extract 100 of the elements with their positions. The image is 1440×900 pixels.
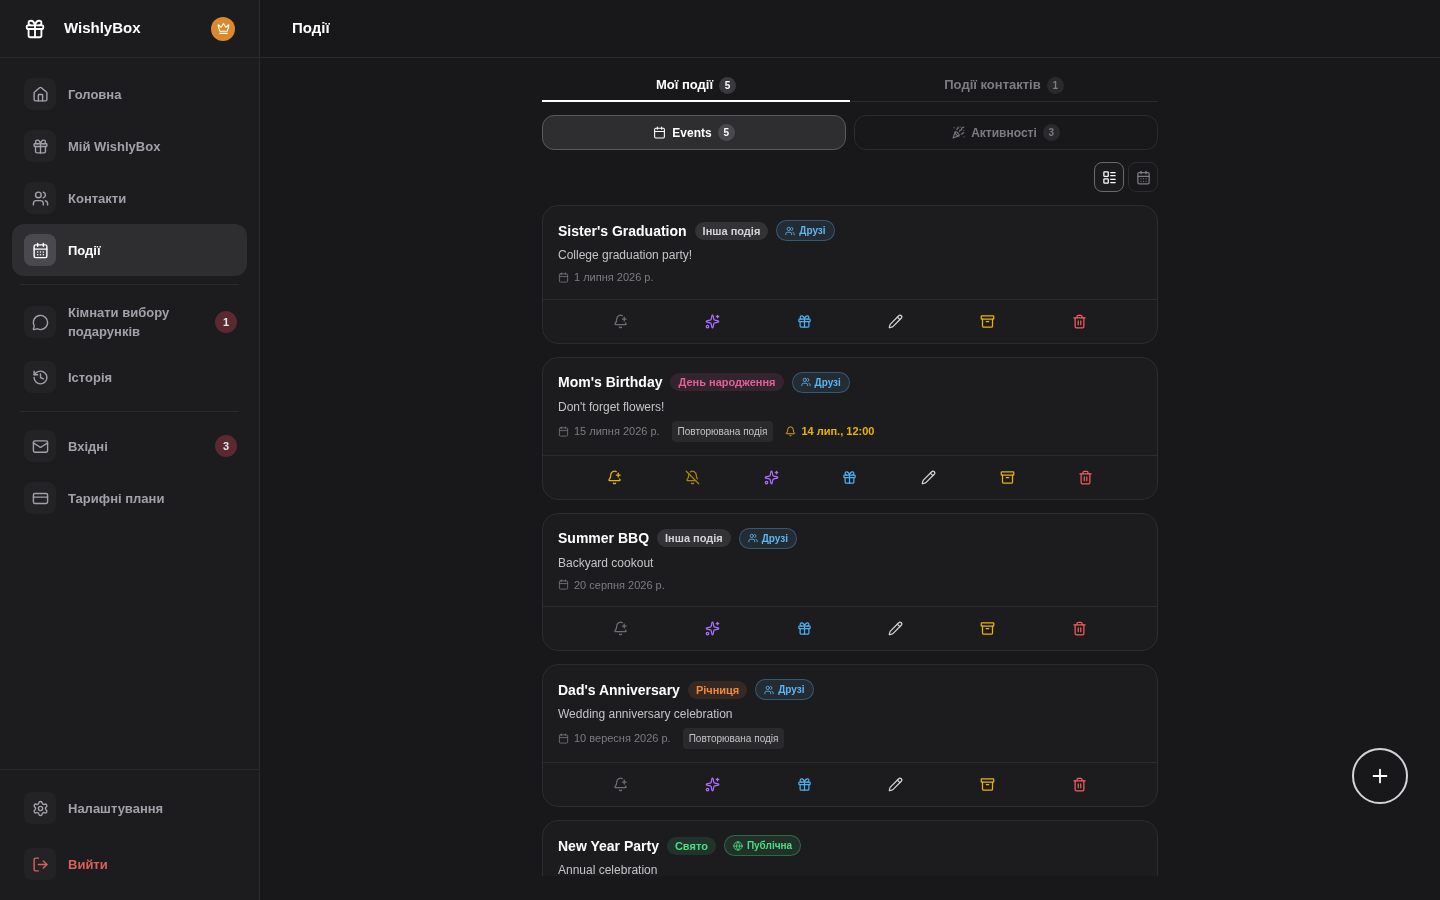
- event-date: 1 липня 2026 р.: [574, 270, 654, 285]
- audience-tag: Публічна: [723, 835, 802, 856]
- category-tag: Інша подія: [657, 529, 731, 547]
- gift-icon: [796, 777, 812, 792]
- archive-icon: [979, 777, 995, 792]
- recurring-tag: Повторювана подія: [682, 728, 785, 749]
- gift-logo-icon: [24, 17, 46, 40]
- pencil-icon: [888, 313, 904, 329]
- category-tag: Річниця: [687, 680, 748, 699]
- segment-button[interactable]: Активності 3: [854, 115, 1158, 150]
- page-title: Події: [292, 18, 330, 39]
- sidebar-item[interactable]: Вхідні 3: [12, 420, 247, 472]
- party-popper-icon: [952, 126, 966, 139]
- calendar-icon: [558, 579, 569, 591]
- gift-icon: [796, 313, 812, 329]
- nav-label: Мій WishlyBox: [68, 137, 162, 156]
- audience-tag: Друзі: [738, 527, 798, 549]
- bell-plus-icon: [613, 313, 629, 329]
- gift-icon: [842, 469, 858, 485]
- pencil-icon: [888, 777, 904, 792]
- users-icon: [31, 189, 49, 207]
- event-title: Mom's Birthday: [558, 373, 663, 392]
- logout-icon: [31, 855, 49, 873]
- sidebar-item[interactable]: Головна: [12, 68, 247, 120]
- event-description: Don't forget flowers!: [558, 398, 666, 415]
- sparkles-icon: [705, 777, 720, 792]
- calendar-icon: [558, 733, 569, 744]
- bell-plus-icon: [613, 621, 629, 636]
- pencil-icon: [888, 621, 904, 636]
- calendar-view-button[interactable]: [1128, 162, 1158, 192]
- category-tag: День народження: [670, 373, 784, 391]
- trash-icon: [1071, 313, 1087, 329]
- sidebar-item[interactable]: Історія: [12, 351, 247, 403]
- sparkles-icon: [705, 313, 720, 329]
- trash-icon: [1071, 621, 1087, 636]
- list-icon: [1101, 169, 1117, 185]
- audience-tag: Друзі: [776, 220, 835, 241]
- event-date: 10 вересня 2026 р.: [574, 731, 671, 747]
- sidebar-item[interactable]: Налаштування: [12, 782, 247, 834]
- bell-icon: [785, 425, 797, 437]
- event-date: 20 серпня 2026 р.: [574, 577, 665, 593]
- nav-label: Тарифні плани: [68, 489, 166, 508]
- nav-label: Контакти: [68, 189, 128, 208]
- chat-bubble-icon: [31, 313, 49, 331]
- pencil-icon: [921, 469, 937, 485]
- audience-tag: Друзі: [755, 679, 814, 700]
- gift-icon: [31, 137, 49, 155]
- count-badge: 5: [719, 76, 737, 94]
- event-date: 15 липня 2026 р.: [574, 423, 660, 439]
- crown-avatar-icon: [211, 16, 235, 41]
- nav-label: Історія: [68, 368, 114, 387]
- sidebar-item[interactable]: Кімнати вибору подарунків 1: [12, 293, 247, 351]
- nav-label: Події: [68, 241, 102, 260]
- bell-plus-icon: [613, 777, 629, 792]
- segment-button[interactable]: Events 5: [542, 115, 846, 150]
- archive-icon: [979, 621, 995, 636]
- bell-plus-icon: [606, 469, 622, 485]
- tab[interactable]: Події контактів 1: [850, 70, 1158, 102]
- count-badge: 1: [1046, 76, 1064, 94]
- sidebar-item[interactable]: Події: [12, 224, 247, 276]
- sidebar-item[interactable]: Тарифні плани: [12, 472, 247, 524]
- tab[interactable]: Мої події 5: [542, 70, 850, 102]
- nav-label: Головна: [68, 85, 123, 104]
- gift-icon: [796, 621, 812, 636]
- reminder-time: 14 лип., 12:00: [801, 423, 875, 439]
- event-description: Annual celebration: [558, 862, 659, 876]
- brand-name: WishlyBox: [64, 18, 142, 39]
- list-view-button[interactable]: [1094, 162, 1124, 192]
- calendar-icon: [558, 425, 569, 437]
- users-icon: [764, 684, 775, 695]
- globe-icon: [732, 840, 743, 851]
- sparkles-icon: [763, 469, 779, 485]
- calendar-icon: [31, 241, 49, 259]
- sidebar-item[interactable]: Мій WishlyBox: [12, 120, 247, 172]
- add-button[interactable]: [1352, 748, 1408, 804]
- event-title: Dad's Anniversary: [558, 680, 680, 700]
- users-icon: [747, 533, 758, 543]
- calendar-icon: [558, 271, 569, 283]
- archive-icon: [999, 469, 1015, 485]
- trash-icon: [1078, 469, 1094, 485]
- sidebar-item[interactable]: Контакти: [12, 172, 247, 224]
- count-badge: 5: [717, 124, 735, 141]
- audience-tag: Друзі: [791, 371, 850, 393]
- users-icon: [785, 225, 796, 236]
- event-description: College graduation party!: [558, 247, 694, 263]
- settings-icon: [31, 799, 49, 817]
- event-description: Wedding anniversary celebration: [558, 706, 734, 722]
- mail-icon: [31, 437, 49, 455]
- event-description: Backyard cookout: [558, 554, 655, 571]
- sidebar-item[interactable]: Вийти: [12, 838, 247, 890]
- history-icon: [31, 368, 49, 386]
- event-title: Summer BBQ: [558, 529, 650, 548]
- count-badge: 3: [1042, 124, 1060, 141]
- bell-off-icon: [685, 469, 701, 485]
- count-badge: 1: [215, 311, 237, 333]
- users-icon: [800, 377, 811, 387]
- calendar-icon: [1135, 169, 1151, 185]
- event-title: Sister's Graduation: [558, 221, 687, 241]
- nav-label: Вийти: [68, 855, 109, 874]
- trash-icon: [1071, 777, 1087, 792]
